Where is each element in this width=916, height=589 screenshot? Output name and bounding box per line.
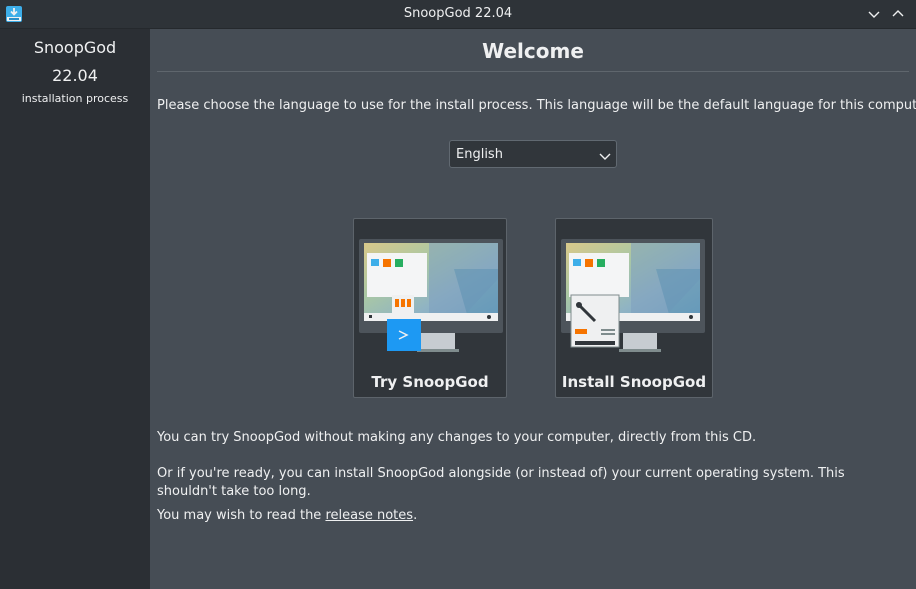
main-panel: Welcome Please choose the language to us… (150, 29, 916, 589)
hard-drive-install-icon (561, 239, 705, 359)
install-button-label: Install SnoopGod (561, 373, 707, 391)
release-notes-text: You may wish to read the release notes. (157, 507, 417, 525)
window-title: SnoopGod 22.04 (403, 6, 513, 21)
install-button[interactable]: Install SnoopGod (555, 218, 713, 398)
sidebar-subtitle: installation process (21, 92, 129, 105)
language-selected-value: English (456, 147, 503, 162)
chevron-up-icon[interactable] (890, 6, 906, 22)
sidebar: SnoopGod 22.04 installation process (0, 29, 150, 589)
language-select[interactable]: English (449, 140, 617, 168)
release-notes-prefix: You may wish to read the (157, 508, 326, 523)
title-bar[interactable]: SnoopGod 22.04 (0, 0, 916, 29)
release-notes-link[interactable]: release notes (325, 508, 413, 523)
sidebar-product-name: SnoopGod (33, 38, 117, 57)
installer-window: SnoopGod 22.04 SnoopGod 22.04 installati… (0, 0, 916, 589)
chevron-down-icon[interactable] (866, 6, 882, 22)
try-button[interactable]: Try SnoopGod (353, 218, 507, 398)
release-notes-suffix: . (413, 508, 418, 523)
heading-divider (157, 71, 909, 72)
usb-drive-icon (359, 239, 503, 359)
language-intro-text: Please choose the language to use for th… (157, 98, 916, 113)
try-description: You can try SnoopGod without making any … (157, 430, 757, 445)
page-title: Welcome (482, 39, 584, 63)
chevron-down-icon (598, 148, 612, 162)
try-button-label: Try SnoopGod (371, 373, 489, 391)
install-description: Or if you're ready, you can install Snoo… (157, 466, 845, 499)
sidebar-version: 22.04 (52, 66, 98, 85)
